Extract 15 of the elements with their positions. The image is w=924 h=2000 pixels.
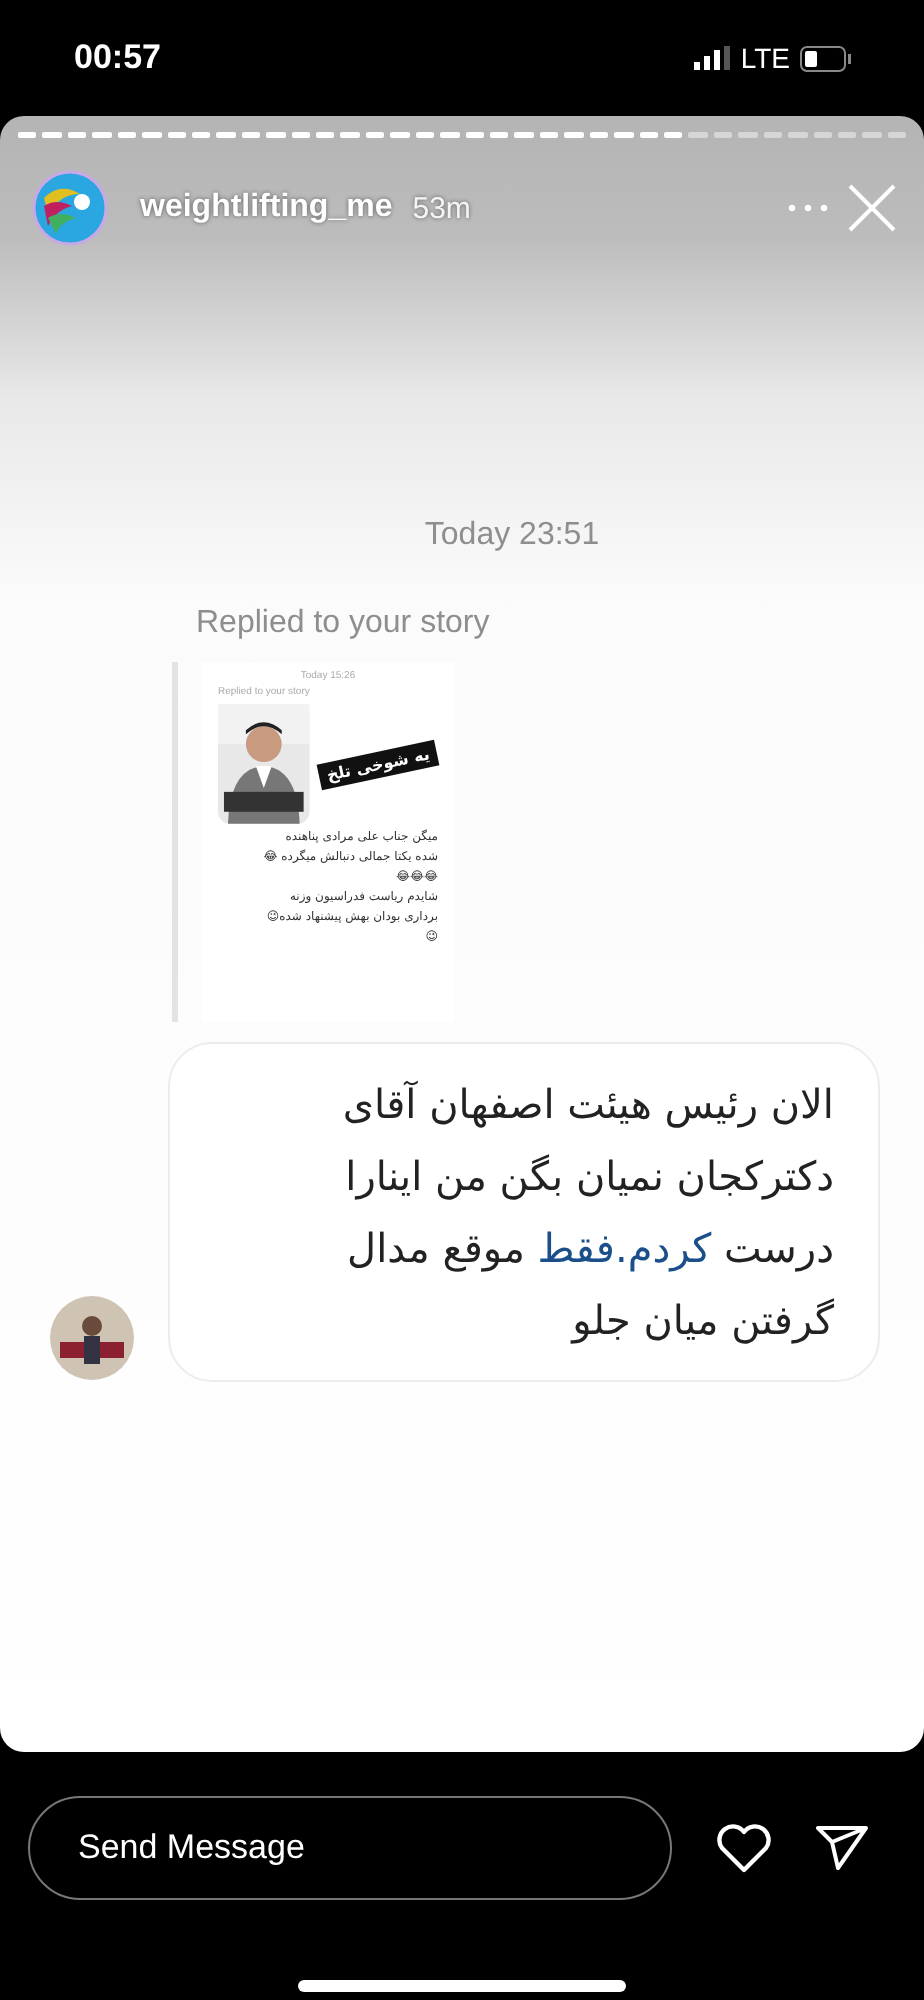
message-link[interactable]: کردم.فقط (537, 1224, 712, 1272)
signal-icon (694, 46, 731, 70)
sticker-text: یه شوخی تلخ (316, 738, 440, 790)
reply-label: Replied to your story (196, 606, 492, 642)
network-label: LTE (740, 42, 790, 74)
status-time: 00:57 (74, 38, 161, 78)
message-timestamp: Today 23:51 (424, 518, 600, 554)
heart-icon[interactable] (716, 1822, 772, 1874)
send-icon[interactable] (816, 1824, 868, 1872)
sender-avatar-icon[interactable] (48, 1294, 136, 1382)
message-text: الان رئیس هیئت اصفهان آقای دکترکجان نمیان بگن من اینارا درست کردم.فقط موقع مدال گرفتن میان جلو (340, 1078, 834, 1348)
battery-icon (800, 45, 852, 71)
message-field[interactable]: Send Message (28, 1796, 672, 1900)
avatar-icon[interactable] (32, 170, 108, 246)
story-age: 53m (412, 191, 471, 225)
